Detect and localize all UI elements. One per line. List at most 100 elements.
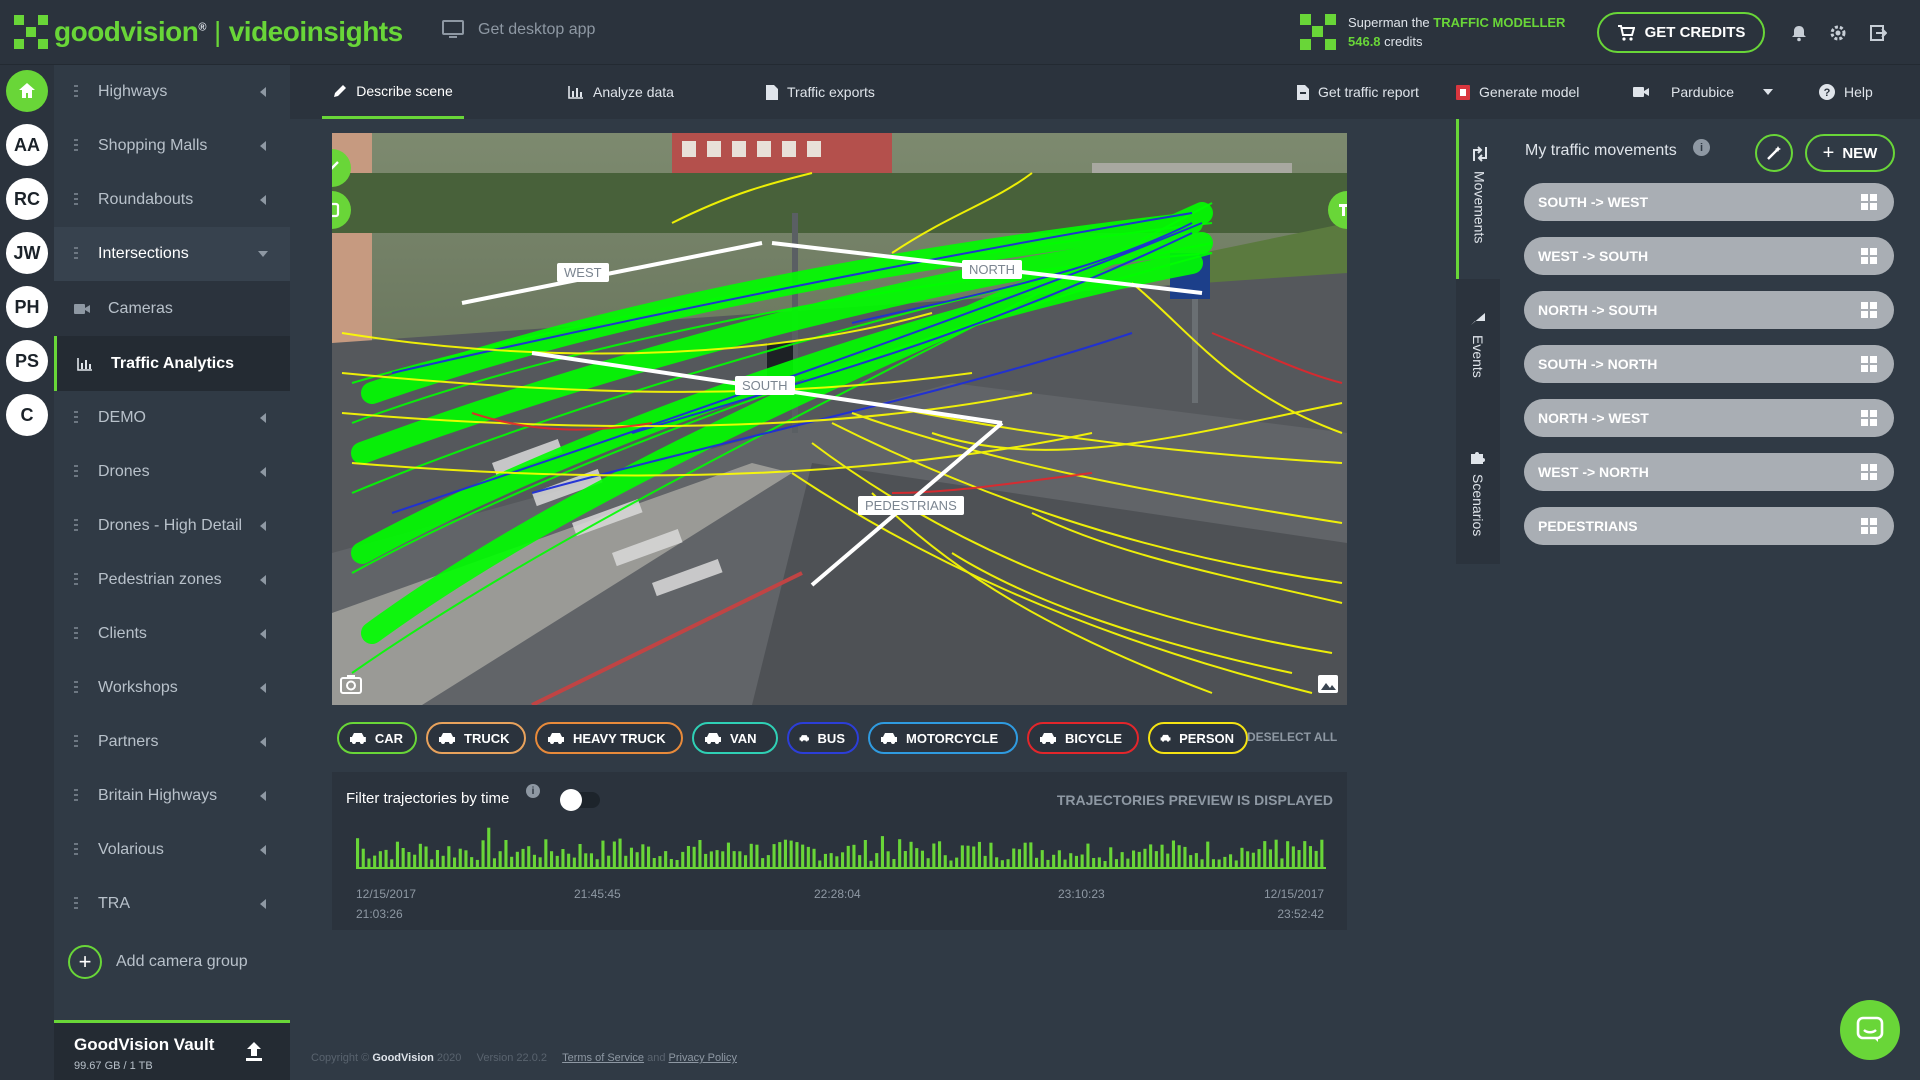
workspace-avatar[interactable]: AA	[6, 124, 48, 166]
tab-describe-scene[interactable]: Describe scene	[322, 65, 464, 119]
sidebar-group-britain-highways[interactable]: Britain Highways	[54, 769, 290, 823]
side-tab-events[interactable]: Events	[1456, 307, 1500, 427]
tab-traffic-exports[interactable]: Traffic exports	[766, 65, 875, 119]
workspace-avatar[interactable]: JW	[6, 232, 48, 274]
time-histogram[interactable]	[356, 827, 1326, 869]
gear-icon[interactable]	[1829, 24, 1847, 42]
brand-logo[interactable]: goodvision® | videoinsights	[14, 14, 403, 50]
deselect-all-button[interactable]: DESELECT ALL	[1247, 730, 1337, 744]
movement-item[interactable]: NORTH -> WEST	[1524, 399, 1894, 437]
snapshot-camera-icon[interactable]	[340, 673, 362, 695]
histogram-bar	[938, 841, 942, 869]
sidebar-group-pedestrian-zones[interactable]: Pedestrian zones	[54, 553, 290, 607]
movement-item[interactable]: SOUTH -> NORTH	[1524, 345, 1894, 383]
terms-of-service-link[interactable]: Terms of Service	[562, 1052, 644, 1064]
drag-handle-icon[interactable]	[74, 519, 78, 533]
upload-icon[interactable]	[244, 1040, 264, 1062]
movement-item[interactable]: WEST -> SOUTH	[1524, 237, 1894, 275]
drag-handle-icon[interactable]	[74, 573, 78, 587]
goodvision-vault[interactable]: GoodVision Vault 99.67 GB / 1 TB	[54, 1020, 290, 1080]
home-button[interactable]	[6, 70, 48, 112]
privacy-policy-link[interactable]: Privacy Policy	[669, 1052, 737, 1064]
class-filter-chip[interactable]: TRUCK	[426, 722, 526, 754]
info-icon[interactable]: i	[1693, 139, 1710, 156]
movement-item[interactable]: WEST -> NORTH	[1524, 453, 1894, 491]
get-credits-button[interactable]: GET CREDITS	[1597, 12, 1765, 53]
class-filter-chip[interactable]: VAN	[692, 722, 778, 754]
movement-item[interactable]: SOUTH -> WEST	[1524, 183, 1894, 221]
sidebar-group-tra[interactable]: TRA	[54, 877, 290, 931]
drag-handle-icon[interactable]	[74, 681, 78, 695]
zone-label-south[interactable]: SOUTH	[735, 376, 795, 395]
drag-handle-icon[interactable]	[74, 247, 78, 261]
histogram-bar	[1229, 854, 1233, 869]
drag-handle-icon[interactable]	[74, 193, 78, 207]
drag-handle-icon[interactable]	[74, 85, 78, 99]
movement-options-icon[interactable]	[1860, 247, 1878, 265]
movement-options-icon[interactable]	[1860, 193, 1878, 211]
drag-handle-icon[interactable]	[74, 139, 78, 153]
chat-support-button[interactable]	[1840, 1000, 1900, 1060]
drag-handle-icon[interactable]	[74, 411, 78, 425]
side-tab-scenarios[interactable]: Scenarios	[1456, 444, 1500, 564]
movement-options-icon[interactable]	[1860, 355, 1878, 373]
filter-by-time-toggle[interactable]	[560, 789, 600, 811]
histogram-bar	[1166, 853, 1170, 869]
auto-generate-movements-button[interactable]	[1755, 134, 1793, 172]
sidebar-item-cameras[interactable]: Cameras	[54, 281, 290, 336]
logout-icon[interactable]	[1869, 24, 1887, 42]
sidebar-group-clients[interactable]: Clients	[54, 607, 290, 661]
class-filter-chip[interactable]: PERSON	[1148, 722, 1248, 754]
bell-icon[interactable]	[1790, 24, 1808, 42]
movement-item[interactable]: NORTH -> SOUTH	[1524, 291, 1894, 329]
image-background-icon[interactable]	[1317, 673, 1339, 695]
movement-options-icon[interactable]	[1860, 301, 1878, 319]
user-profile[interactable]: Superman the TRAFFIC MODELLER 546.8 cred…	[1300, 13, 1565, 51]
zone-label-pedestrians[interactable]: PEDESTRIANS	[858, 496, 964, 515]
add-camera-group-button[interactable]: + Add camera group	[68, 945, 248, 979]
movement-item[interactable]: PEDESTRIANS	[1524, 507, 1894, 545]
sidebar-group-roundabouts[interactable]: Roundabouts	[54, 173, 290, 227]
chevron-down-icon[interactable]	[1763, 89, 1773, 95]
zone-label-north[interactable]: NORTH	[962, 260, 1022, 279]
get-traffic-report-button[interactable]: Get traffic report	[1297, 65, 1419, 119]
workspace-avatar[interactable]: PS	[6, 340, 48, 382]
side-tab-movements[interactable]: Movements	[1456, 119, 1500, 279]
movement-options-icon[interactable]	[1860, 517, 1878, 535]
drag-handle-icon[interactable]	[74, 465, 78, 479]
movement-options-icon[interactable]	[1860, 409, 1878, 427]
tab-analyze-data[interactable]: Analyze data	[568, 65, 674, 119]
drag-handle-icon[interactable]	[74, 843, 78, 857]
workspace-avatar[interactable]: RC	[6, 178, 48, 220]
sidebar-group-drones[interactable]: Drones	[54, 445, 290, 499]
zone-label-west[interactable]: WEST	[557, 263, 609, 282]
sidebar-group-intersections[interactable]: Intersections	[54, 227, 290, 281]
movement-options-icon[interactable]	[1860, 463, 1878, 481]
drag-handle-icon[interactable]	[74, 735, 78, 749]
sidebar-group-demo[interactable]: DEMO	[54, 391, 290, 445]
get-desktop-app-link[interactable]: Get desktop app	[442, 20, 595, 40]
sidebar-group-volarious[interactable]: Volarious	[54, 823, 290, 877]
drag-handle-icon[interactable]	[74, 789, 78, 803]
new-movement-button[interactable]: + NEW	[1805, 134, 1895, 172]
class-filter-chip[interactable]: BICYCLE	[1027, 722, 1139, 754]
sidebar-item-traffic-analytics[interactable]: Traffic Analytics	[54, 336, 290, 391]
drag-handle-icon[interactable]	[74, 627, 78, 641]
class-filter-chip[interactable]: BUS	[787, 722, 859, 754]
generate-model-button[interactable]: Generate model	[1456, 65, 1579, 119]
camera-location-select[interactable]: Pardubice	[1633, 65, 1734, 119]
camera-scene-canvas[interactable]: WEST NORTH SOUTH PEDESTRIANS	[332, 133, 1347, 705]
drag-handle-icon[interactable]	[74, 897, 78, 911]
sidebar-group-partners[interactable]: Partners	[54, 715, 290, 769]
class-filter-chip[interactable]: MOTORCYCLE	[868, 722, 1018, 754]
info-icon[interactable]: i	[526, 784, 540, 798]
class-filter-chip[interactable]: HEAVY TRUCK	[535, 722, 683, 754]
help-button[interactable]: ? Help	[1819, 65, 1873, 119]
workspace-avatar[interactable]: PH	[6, 286, 48, 328]
class-filter-chip[interactable]: CAR	[337, 722, 417, 754]
sidebar-group-highways[interactable]: Highways	[54, 65, 290, 119]
sidebar-group-drones-high-detail[interactable]: Drones - High Detail	[54, 499, 290, 553]
workspace-avatar[interactable]: C	[6, 394, 48, 436]
sidebar-group-shopping-malls[interactable]: Shopping Malls	[54, 119, 290, 173]
sidebar-group-workshops[interactable]: Workshops	[54, 661, 290, 715]
